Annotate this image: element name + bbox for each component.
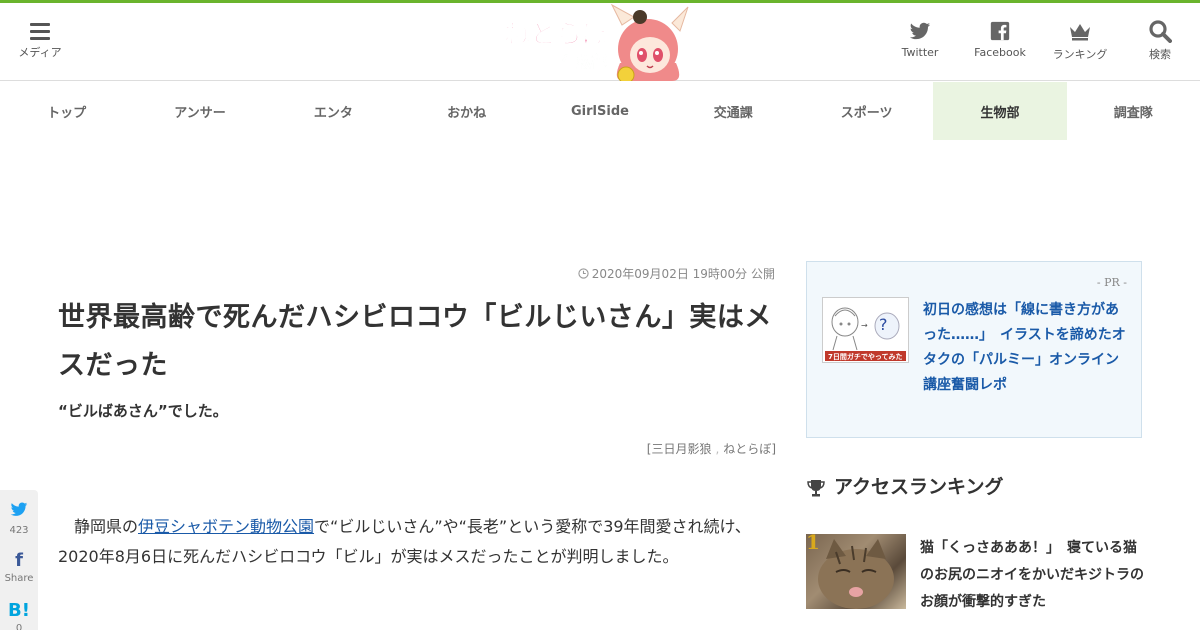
share-hatena[interactable]: B! 0 [0,590,38,630]
article-body-paragraph: 静岡県の伊豆シャボテン動物公園で“ビルじいさん”や“長老”という愛称で39年間愛… [58,512,778,572]
pr-illustration-image: → ? 7日間ガチでやってみた [823,298,908,362]
trophy-icon [807,479,825,496]
ranking-button[interactable]: ランキング [1040,19,1120,62]
facebook-label: Facebook [974,46,1026,59]
svg-text:→: → [861,321,868,330]
pr-tag: - PR - [1096,276,1127,289]
category-nav: トップ アンサー エンタ おかね GirlSide 交通課 スポーツ 生物部 調… [0,82,1200,140]
nav-item-girlside[interactable]: GirlSide [533,82,666,140]
ranking-label: ランキング [1052,48,1108,61]
svg-text:?: ? [879,315,888,334]
nav-item-top[interactable]: トップ [0,82,133,140]
article-title: 世界最高齢で死んだハシビロコウ「ビルじいさん」実はメスだった [58,302,772,381]
pr-headline-link[interactable]: 初日の感想は「線に書き方があった……」 イラストを諦めたオタクの「パルミー」オン… [923,298,1127,398]
twitter-label: Twitter [901,46,939,59]
pr-ad-box[interactable]: - PR - → ? 7日間ガチでやってみた 初日の感想は「線に書き方があった…… [806,261,1142,438]
svg-text:ねとらぼ: ねとらぼ [504,20,609,50]
facebook-button[interactable]: Facebook [960,19,1040,59]
ranking-1-number: 1 [806,530,820,554]
zoo-link[interactable]: 伊豆シャボテン動物公園 [138,517,314,536]
pr-thumbnail[interactable]: → ? 7日間ガチでやってみた [822,297,909,363]
publish-date-text: 2020年09月02日 19時00分 公開 [591,267,775,281]
nav-item-koutsuka[interactable]: 交通課 [667,82,800,140]
twitter-share-count: 423 [9,525,29,536]
publish-date: 2020年09月02日 19時00分 公開 [578,265,775,282]
crown-icon [1070,24,1090,41]
nav-item-answer[interactable]: アンサー [133,82,266,140]
twitter-share-icon [10,502,28,516]
pr-thumb-caption: 7日間ガチでやってみた [828,352,903,361]
logo-mascot-image: ねとらぼ 生物部 [504,3,689,84]
svg-text:生物部: 生物部 [562,53,607,71]
byline: [三日月影狼, ねとらぼ] [646,442,776,456]
facebook-icon [990,21,1010,41]
media-menu-button[interactable]: メディア [10,17,70,60]
publisher-name[interactable]: ねとらぼ [723,442,771,456]
hatena-bookmark-icon: B! [8,600,30,621]
hamburger-icon [30,23,50,40]
search-button[interactable]: 検索 [1120,19,1200,62]
ranking-1-thumbnail[interactable] [806,534,906,609]
nav-item-chousatai[interactable]: 調査隊 [1067,82,1200,140]
article-subtitle: “ビルばあさん”でした。 [58,402,228,420]
media-menu-label: メディア [18,46,62,59]
share-bar: 423 f Share B! 0 [0,490,38,630]
facebook-share-icon: f [15,550,23,571]
nav-item-seibutsubu[interactable]: 生物部 [933,82,1067,140]
site-header: メディア ねとらぼ 生物部 Twitter Facebook ランキング 検索 [0,3,1200,84]
cat-photo-image [818,539,894,609]
ranking-heading: アクセスランキング [806,472,1003,499]
author-name[interactable]: 三日月影狼 [651,442,711,456]
body-text-pre: 静岡県の [74,517,139,536]
ranking-title: アクセスランキング [834,476,1004,498]
search-icon [1149,20,1172,43]
site-logo[interactable]: ねとらぼ 生物部 [500,3,700,84]
nav-item-enta[interactable]: エンタ [267,82,400,140]
share-facebook[interactable]: f Share [0,540,38,590]
nav-item-okane[interactable]: おかね [400,82,533,140]
nav-item-sports[interactable]: スポーツ [800,82,933,140]
ranking-1-title-link[interactable]: 猫「くっさあああ！」 寝ている猫のお尻のニオイをかいだキジトラのお顔が衝撃的すぎ… [920,535,1145,616]
facebook-share-label: Share [4,573,34,584]
hatena-share-count: 0 [15,623,23,630]
twitter-button[interactable]: Twitter [880,19,960,59]
search-label: 検索 [1149,48,1171,61]
twitter-icon [909,22,931,40]
share-twitter[interactable]: 423 [0,490,38,540]
clock-icon [578,268,589,279]
